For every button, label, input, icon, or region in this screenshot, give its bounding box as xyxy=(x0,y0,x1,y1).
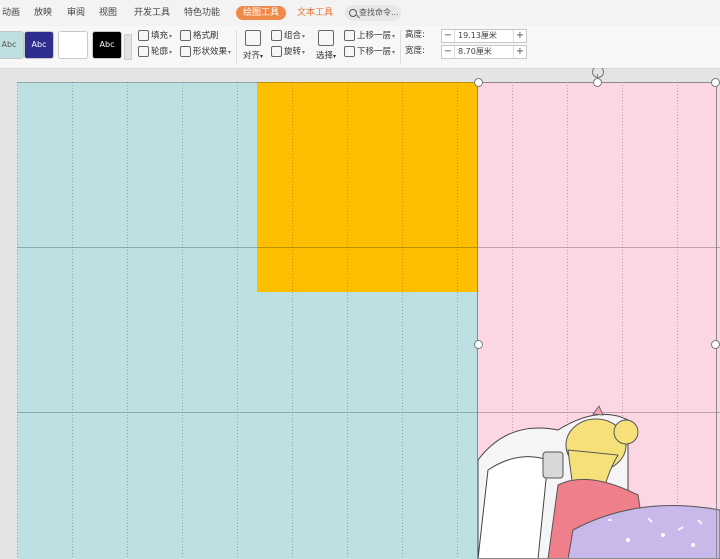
tab-text-tools[interactable]: 文本工具 xyxy=(297,6,333,20)
search-label: 查找命令... xyxy=(359,8,399,17)
shape-effects-button[interactable]: 形状效果▾ xyxy=(180,46,231,59)
bring-forward-icon xyxy=(344,30,355,41)
rotate-icon xyxy=(271,46,282,57)
select-label: 选择 xyxy=(315,51,333,61)
width-label: 宽度: xyxy=(405,46,425,56)
resize-handle-top[interactable] xyxy=(593,78,602,87)
tab-review[interactable]: 审阅 xyxy=(67,6,85,20)
group-label: 组合 xyxy=(284,31,302,41)
swatch-label: Abc xyxy=(99,40,115,49)
outline-label: 轮廓 xyxy=(151,47,169,57)
tab-drawing-tools[interactable]: 绘图工具 xyxy=(236,6,287,20)
fill-label: 填充 xyxy=(151,31,169,41)
fill-button[interactable]: 填充▾ xyxy=(138,30,172,43)
resize-handle-right[interactable] xyxy=(711,340,720,349)
format-painter-label: 格式刷 xyxy=(193,31,219,41)
width-decrease-button[interactable]: − xyxy=(442,46,455,58)
tab-animation[interactable]: 动画 xyxy=(2,6,20,20)
width-value[interactable]: 8.70厘米 xyxy=(458,46,492,58)
selection-frame xyxy=(477,82,717,559)
group-icon xyxy=(271,30,282,41)
select-pointer-icon xyxy=(318,30,334,46)
align-label: 对齐 xyxy=(242,51,260,61)
width-field[interactable]: − 8.70厘米 + xyxy=(441,45,527,59)
rotate-label: 旋转 xyxy=(284,47,302,57)
width-increase-button[interactable]: + xyxy=(513,46,526,58)
shape-effects-icon xyxy=(180,46,191,57)
ribbon-toolbar: Abc Abc Abc 填充▾ 格式刷 轮廓▾ 形状效果▾ 对齐▾ 组合▾ 旋转… xyxy=(0,26,720,69)
height-field[interactable]: − 19.13厘米 + xyxy=(441,29,527,43)
format-painter-button[interactable]: 格式刷 xyxy=(180,30,219,43)
send-backward-button[interactable]: 下移一层▾ xyxy=(344,46,395,59)
command-search[interactable]: 查找命令... xyxy=(345,5,401,21)
height-increase-button[interactable]: + xyxy=(513,30,526,42)
ribbon-separator xyxy=(236,30,237,64)
rotate-button[interactable]: 旋转▾ xyxy=(271,46,305,59)
rotate-handle-icon[interactable] xyxy=(592,66,604,78)
resize-handle-top-right[interactable] xyxy=(711,78,720,87)
send-backward-label: 下移一层 xyxy=(357,47,392,57)
tab-developer[interactable]: 开发工具 xyxy=(134,6,170,20)
format-painter-icon xyxy=(180,30,191,41)
shape-style-swatch-4[interactable]: Abc xyxy=(92,31,122,59)
resize-handle-left[interactable] xyxy=(474,340,483,349)
height-value[interactable]: 19.13厘米 xyxy=(458,30,497,42)
ribbon-separator xyxy=(400,30,401,64)
group-button[interactable]: 组合▾ xyxy=(271,30,305,43)
width-spinner: 宽度: − 8.70厘米 + xyxy=(405,45,530,59)
send-backward-icon xyxy=(344,46,355,57)
outline-button[interactable]: 轮廓▾ xyxy=(138,46,172,59)
search-icon xyxy=(349,9,357,17)
paint-bucket-icon xyxy=(138,30,149,41)
align-button[interactable]: 对齐▾ xyxy=(241,30,265,61)
bring-forward-button[interactable]: 上移一层▾ xyxy=(344,30,395,43)
ribbon-tabs: 动画 放映 审阅 视图 开发工具 特色功能 绘图工具 文本工具 查找命令... xyxy=(0,0,720,26)
align-icon xyxy=(245,30,261,46)
outline-icon xyxy=(138,46,149,57)
select-button[interactable]: 选择▾ xyxy=(314,30,338,61)
shape-style-swatch-1[interactable]: Abc xyxy=(0,31,24,59)
shape-effects-label: 形状效果 xyxy=(193,47,228,57)
shape-style-swatch-2[interactable]: Abc xyxy=(24,31,54,59)
shape-style-swatch-3[interactable] xyxy=(58,31,88,59)
tab-slideshow[interactable]: 放映 xyxy=(34,6,52,20)
tab-special-features[interactable]: 特色功能 xyxy=(184,6,220,20)
height-label: 高度: xyxy=(405,30,425,40)
bring-forward-label: 上移一层 xyxy=(357,31,392,41)
style-gallery-expand-button[interactable] xyxy=(124,34,132,60)
tab-view[interactable]: 视图 xyxy=(99,6,117,20)
swatch-label: Abc xyxy=(31,40,47,49)
swatch-label: Abc xyxy=(1,40,17,49)
height-spinner: 高度: − 19.13厘米 + xyxy=(405,29,530,43)
height-decrease-button[interactable]: − xyxy=(442,30,455,42)
resize-handle-top-left[interactable] xyxy=(474,78,483,87)
